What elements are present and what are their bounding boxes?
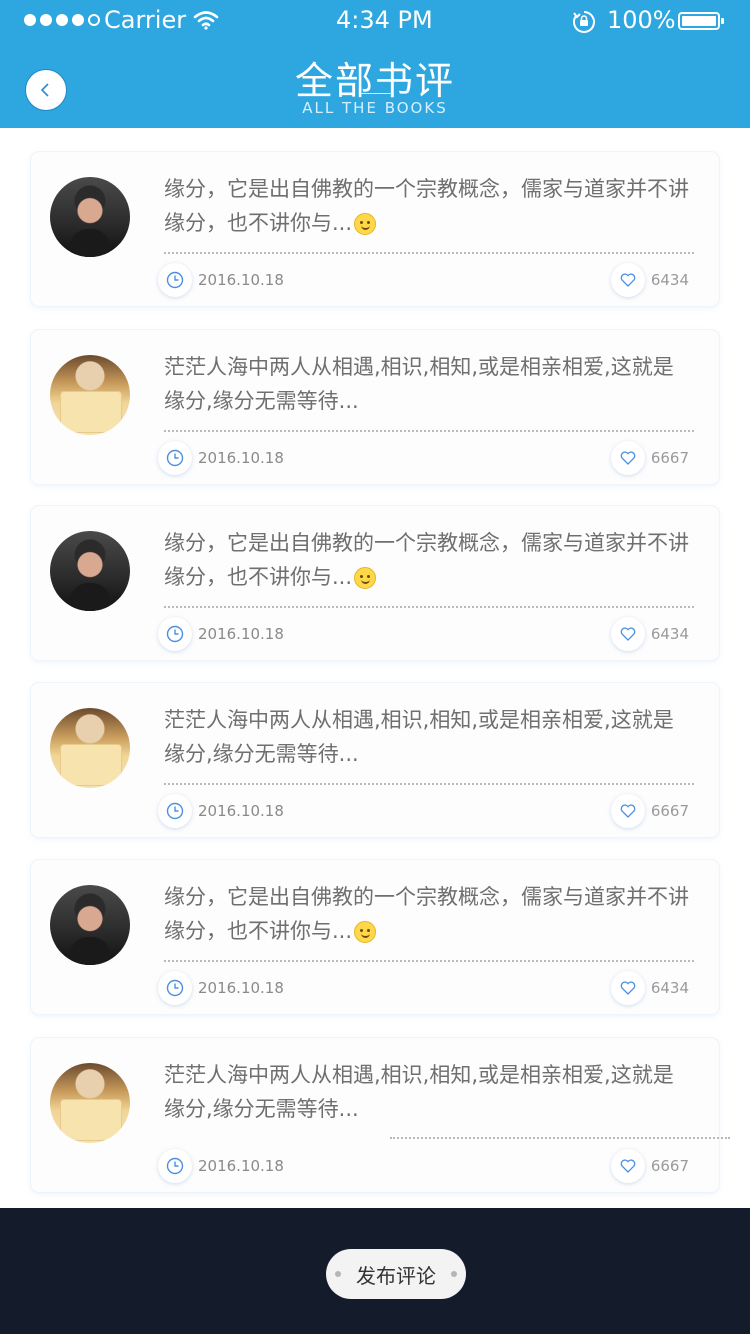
- review-text: 缘分，它是出自佛教的一个宗教概念，儒家与道家并不讲缘分，也不讲你与...: [164, 531, 689, 589]
- date-label: 2016.10.18: [198, 979, 284, 997]
- like-count: 6434: [650, 625, 689, 643]
- smile-emoji-icon: [354, 567, 377, 589]
- review-card[interactable]: 缘分，它是出自佛教的一个宗教概念，儒家与道家并不讲缘分，也不讲你与... 201…: [31, 860, 719, 1014]
- like-control[interactable]: 6667: [610, 441, 689, 475]
- review-card[interactable]: 茫茫人海中两人从相遇,相识,相知,或是相亲相爱,这就是缘分,缘分无需等待... …: [31, 683, 719, 837]
- divider: [164, 960, 694, 962]
- divider: [164, 783, 694, 785]
- clock-icon: [158, 794, 192, 828]
- clock-time: 4:34 PM: [336, 6, 433, 34]
- like-control[interactable]: 6667: [610, 1149, 689, 1183]
- title-divider: [360, 93, 392, 94]
- review-date: 2016.10.18: [158, 1149, 284, 1183]
- date-label: 2016.10.18: [198, 625, 284, 643]
- clock-icon: [158, 971, 192, 1005]
- heart-icon[interactable]: [610, 971, 645, 1005]
- like-count: 6434: [650, 271, 689, 289]
- review-card[interactable]: 缘分，它是出自佛教的一个宗教概念，儒家与道家并不讲缘分，也不讲你与... 201…: [31, 152, 719, 306]
- clock-icon: [158, 617, 192, 651]
- carrier-label: Carrier: [104, 6, 187, 34]
- avatar[interactable]: [50, 708, 130, 788]
- heart-icon[interactable]: [610, 263, 645, 297]
- avatar[interactable]: [50, 177, 130, 257]
- header-bar: Carrier 4:34 PM 100% 全部书评 ALL THE BOOKS: [0, 0, 750, 128]
- rotation-lock-icon: [572, 10, 596, 40]
- signal-strength-icon: [24, 14, 100, 26]
- like-count: 6667: [650, 802, 689, 820]
- like-count: 6434: [650, 979, 689, 997]
- clock-icon: [158, 1149, 192, 1183]
- avatar[interactable]: [50, 885, 130, 965]
- battery-icon: [678, 12, 724, 30]
- like-control[interactable]: 6434: [610, 617, 689, 651]
- heart-icon[interactable]: [610, 441, 645, 475]
- divider: [164, 430, 694, 432]
- wifi-icon: [193, 8, 219, 36]
- heart-icon[interactable]: [610, 1149, 645, 1183]
- review-date: 2016.10.18: [158, 441, 284, 475]
- publish-comment-button[interactable]: 发布评论: [326, 1249, 466, 1299]
- like-control[interactable]: 6434: [610, 263, 689, 297]
- date-label: 2016.10.18: [198, 449, 284, 467]
- like-count: 6667: [650, 1157, 689, 1175]
- review-text: 缘分，它是出自佛教的一个宗教概念，儒家与道家并不讲缘分，也不讲你与...: [164, 177, 689, 235]
- divider: [390, 1137, 730, 1139]
- avatar[interactable]: [50, 355, 130, 435]
- heart-icon[interactable]: [610, 794, 645, 828]
- divider: [164, 252, 694, 254]
- like-control[interactable]: 6434: [610, 971, 689, 1005]
- like-control[interactable]: 6667: [610, 794, 689, 828]
- heart-icon[interactable]: [610, 617, 645, 651]
- page-subtitle: ALL THE BOOKS: [302, 99, 448, 117]
- clock-icon: [158, 441, 192, 475]
- review-card[interactable]: 茫茫人海中两人从相遇,相识,相知,或是相亲相爱,这就是缘分,缘分无需等待... …: [31, 1038, 730, 1192]
- status-bar: Carrier 4:34 PM 100%: [0, 0, 750, 42]
- review-text: 茫茫人海中两人从相遇,相识,相知,或是相亲相爱,这就是缘分,缘分无需等待...: [164, 708, 674, 766]
- page-title: 全部书评: [294, 59, 455, 103]
- date-label: 2016.10.18: [198, 1157, 284, 1175]
- review-date: 2016.10.18: [158, 263, 284, 297]
- review-date: 2016.10.18: [158, 794, 284, 828]
- battery-percentage: 100%: [607, 6, 676, 34]
- avatar[interactable]: [50, 1063, 130, 1143]
- date-label: 2016.10.18: [198, 802, 284, 820]
- divider: [164, 606, 694, 608]
- review-card[interactable]: 缘分，它是出自佛教的一个宗教概念，儒家与道家并不讲缘分，也不讲你与... 201…: [31, 506, 719, 660]
- dot-icon: [451, 1271, 457, 1277]
- footer-bar: 发布评论: [0, 1208, 750, 1334]
- publish-comment-label: 发布评论: [356, 1263, 436, 1288]
- review-text: 茫茫人海中两人从相遇,相识,相知,或是相亲相爱,这就是缘分,缘分无需等待...: [164, 1063, 674, 1121]
- review-text: 缘分，它是出自佛教的一个宗教概念，儒家与道家并不讲缘分，也不讲你与...: [164, 885, 689, 943]
- clock-icon: [158, 263, 192, 297]
- avatar[interactable]: [50, 531, 130, 611]
- smile-emoji-icon: [354, 921, 377, 943]
- review-card[interactable]: 茫茫人海中两人从相遇,相识,相知,或是相亲相爱,这就是缘分,缘分无需等待... …: [31, 330, 719, 484]
- dot-icon: [335, 1271, 341, 1277]
- like-count: 6667: [650, 449, 689, 467]
- date-label: 2016.10.18: [198, 271, 284, 289]
- review-date: 2016.10.18: [158, 617, 284, 651]
- smile-emoji-icon: [354, 213, 377, 235]
- review-text: 茫茫人海中两人从相遇,相识,相知,或是相亲相爱,这就是缘分,缘分无需等待...: [164, 355, 674, 413]
- review-date: 2016.10.18: [158, 971, 284, 1005]
